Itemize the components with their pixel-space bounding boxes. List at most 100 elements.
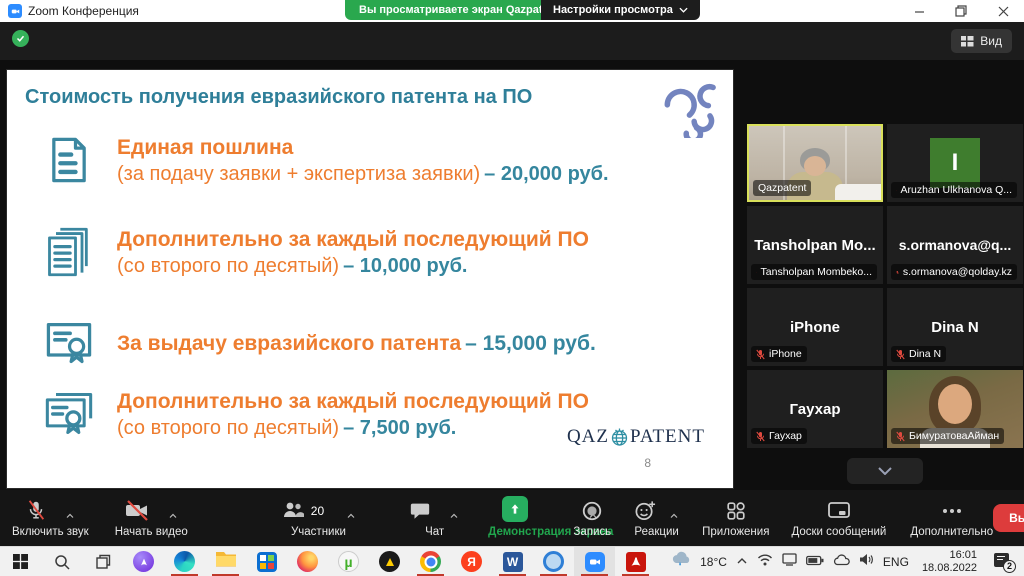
muted-mic-icon: [756, 349, 765, 360]
chevron-up-icon[interactable]: [167, 510, 179, 522]
close-button[interactable]: [982, 0, 1024, 22]
taskbar-app-acrobat[interactable]: [615, 547, 656, 576]
record-button[interactable]: Запись: [573, 498, 611, 538]
wifi-icon[interactable]: [757, 553, 773, 571]
view-menu-button[interactable]: Вид: [951, 29, 1012, 53]
weather-icon[interactable]: [671, 551, 691, 572]
taskbar-app-edge[interactable]: [164, 547, 205, 576]
taskbar-app-store[interactable]: [246, 547, 287, 576]
apps-button[interactable]: Приложения: [702, 498, 769, 538]
muted-mic-icon: [896, 185, 897, 196]
muted-camera-icon: [124, 498, 150, 522]
participant-tile[interactable]: I Aruzhan Ulkhanova Q...: [887, 124, 1023, 202]
zoom-app-window: Zoom Конференция Вы просматриваете экран…: [0, 0, 1024, 576]
participant-name: Гаухар: [769, 430, 802, 442]
fee-title: За выдачу евразийского патента: [117, 330, 461, 357]
participant-name-label: s.ormanova@qolday.kz: [891, 264, 1017, 280]
taskbar-app-chrome[interactable]: [410, 547, 451, 576]
language-indicator[interactable]: ENG: [883, 555, 909, 569]
view-settings-button[interactable]: Настройки просмотра: [541, 0, 700, 20]
taskbar-app-updater[interactable]: [533, 547, 574, 576]
taskbar-app-alice[interactable]: [123, 547, 164, 576]
participant-name-label: iPhone: [751, 346, 807, 362]
fee-desc: (за подачу заявки + экспертиза заявки): [117, 163, 480, 185]
taskbar-app-zoom[interactable]: [574, 547, 615, 576]
participant-tile-photo[interactable]: БимуратоваАйман: [887, 370, 1023, 448]
participant-name: Tansholpan Mombeko...: [761, 266, 872, 278]
taskbar-app-explorer[interactable]: [205, 547, 246, 576]
meeting-header-bar: Вид: [0, 22, 1024, 60]
certificates-stack-icon: [43, 388, 95, 445]
view-menu-label: Вид: [980, 34, 1002, 48]
participant-tile[interactable]: Dina N Dina N: [887, 288, 1023, 366]
shared-screen-slide: Стоимость получения евразийского патента…: [7, 70, 733, 488]
logo-text-right: PATENT: [630, 426, 705, 448]
window-titlebar: Zoom Конференция Вы просматриваете экран…: [0, 0, 1024, 22]
more-button[interactable]: Дополнительно: [910, 498, 993, 538]
reactions-button[interactable]: Реакции: [633, 498, 680, 538]
security-shield-icon[interactable]: [12, 30, 29, 47]
fee-item: За выдачу евразийского патента– 15,000 р…: [43, 316, 596, 373]
close-icon: [998, 6, 1009, 17]
participant-tile[interactable]: s.ormanova@q... s.ormanova@qolday.kz: [887, 206, 1023, 284]
connect-display-icon[interactable]: [782, 553, 797, 571]
chevron-up-icon[interactable]: [345, 510, 357, 522]
taskbar-app-utorrent[interactable]: µ: [328, 547, 369, 576]
taskbar-clock[interactable]: 16:01 18.08.2022: [922, 549, 977, 575]
speaker-icon[interactable]: [859, 553, 874, 571]
muted-mic-icon: [756, 431, 765, 442]
chevron-up-icon[interactable]: [64, 510, 76, 522]
unmute-label: Включить звук: [12, 526, 89, 538]
participant-tile[interactable]: Гаухар Гаухар: [747, 370, 883, 448]
search-button[interactable]: [41, 547, 82, 576]
participant-tile[interactable]: Tansholpan Mo... Tansholpan Mombeko...: [747, 206, 883, 284]
muted-mic-icon: [896, 431, 905, 442]
leave-meeting-button[interactable]: Выйти: [993, 504, 1024, 532]
participants-button[interactable]: 20 Участники: [280, 498, 357, 538]
whiteboards-button[interactable]: Доски сообщений: [791, 498, 886, 538]
participants-count: 20: [311, 504, 324, 518]
alice-icon: [133, 551, 154, 572]
whiteboards-label: Доски сообщений: [791, 526, 886, 538]
fee-item: Дополнительно за каждый последующий ПО (…: [43, 388, 589, 445]
camera-glyph: [11, 7, 20, 16]
chat-label: Чат: [425, 526, 444, 538]
start-video-button[interactable]: Начать видео: [115, 498, 188, 538]
record-icon: [581, 500, 603, 522]
fee-title: Дополнительно за каждый последующий ПО: [117, 226, 589, 253]
taskbar-app-aimp[interactable]: [369, 547, 410, 576]
muted-mic-icon: [756, 267, 757, 278]
chevron-up-icon[interactable]: [668, 510, 680, 522]
globe-icon: [610, 427, 629, 447]
certificate-icon: [43, 316, 95, 373]
participant-tile[interactable]: iPhone iPhone: [747, 288, 883, 366]
unmute-button[interactable]: Включить звук: [12, 498, 89, 538]
taskbar-app-firefox[interactable]: [287, 547, 328, 576]
task-view-button[interactable]: [82, 547, 123, 576]
participant-name-label: Aruzhan Ulkhanova Q...: [891, 182, 1017, 198]
participant-tile-video[interactable]: Qazpatent: [747, 124, 883, 202]
scroll-participants-down-button[interactable]: [847, 458, 923, 484]
battery-icon[interactable]: [806, 553, 824, 571]
restore-button[interactable]: [940, 0, 982, 22]
participant-name: Aruzhan Ulkhanova Q...: [901, 184, 1012, 196]
minimize-button[interactable]: [898, 0, 940, 22]
chevron-up-icon[interactable]: [448, 510, 460, 522]
taskbar-app-yandex[interactable]: Я: [451, 547, 492, 576]
taskbar-app-word[interactable]: W: [492, 547, 533, 576]
onedrive-cloud-icon[interactable]: [833, 553, 850, 571]
task-view-icon: [95, 554, 111, 570]
chat-button[interactable]: Чат: [409, 498, 460, 538]
tray-expand-chevron[interactable]: [736, 553, 748, 571]
participant-name: Qazpatent: [758, 182, 806, 194]
microsoft-store-icon: [257, 552, 277, 572]
start-video-label: Начать видео: [115, 526, 188, 538]
temperature-readout[interactable]: 18°C: [700, 555, 727, 569]
participants-grid: Qazpatent I Aruzhan Ulkhanova Q... Tansh…: [747, 124, 1023, 448]
screen-share-banner: Вы просматриваете экран Qazpatent: [345, 0, 573, 20]
chat-icon: [409, 500, 431, 522]
action-center-button[interactable]: 2: [994, 553, 1014, 571]
start-button[interactable]: [0, 547, 41, 576]
windows-taskbar: µ Я W 18°C ENG 16:01 18.08.2022: [0, 546, 1024, 576]
participants-sidebar: Qazpatent I Aruzhan Ulkhanova Q... Tansh…: [747, 124, 1023, 484]
